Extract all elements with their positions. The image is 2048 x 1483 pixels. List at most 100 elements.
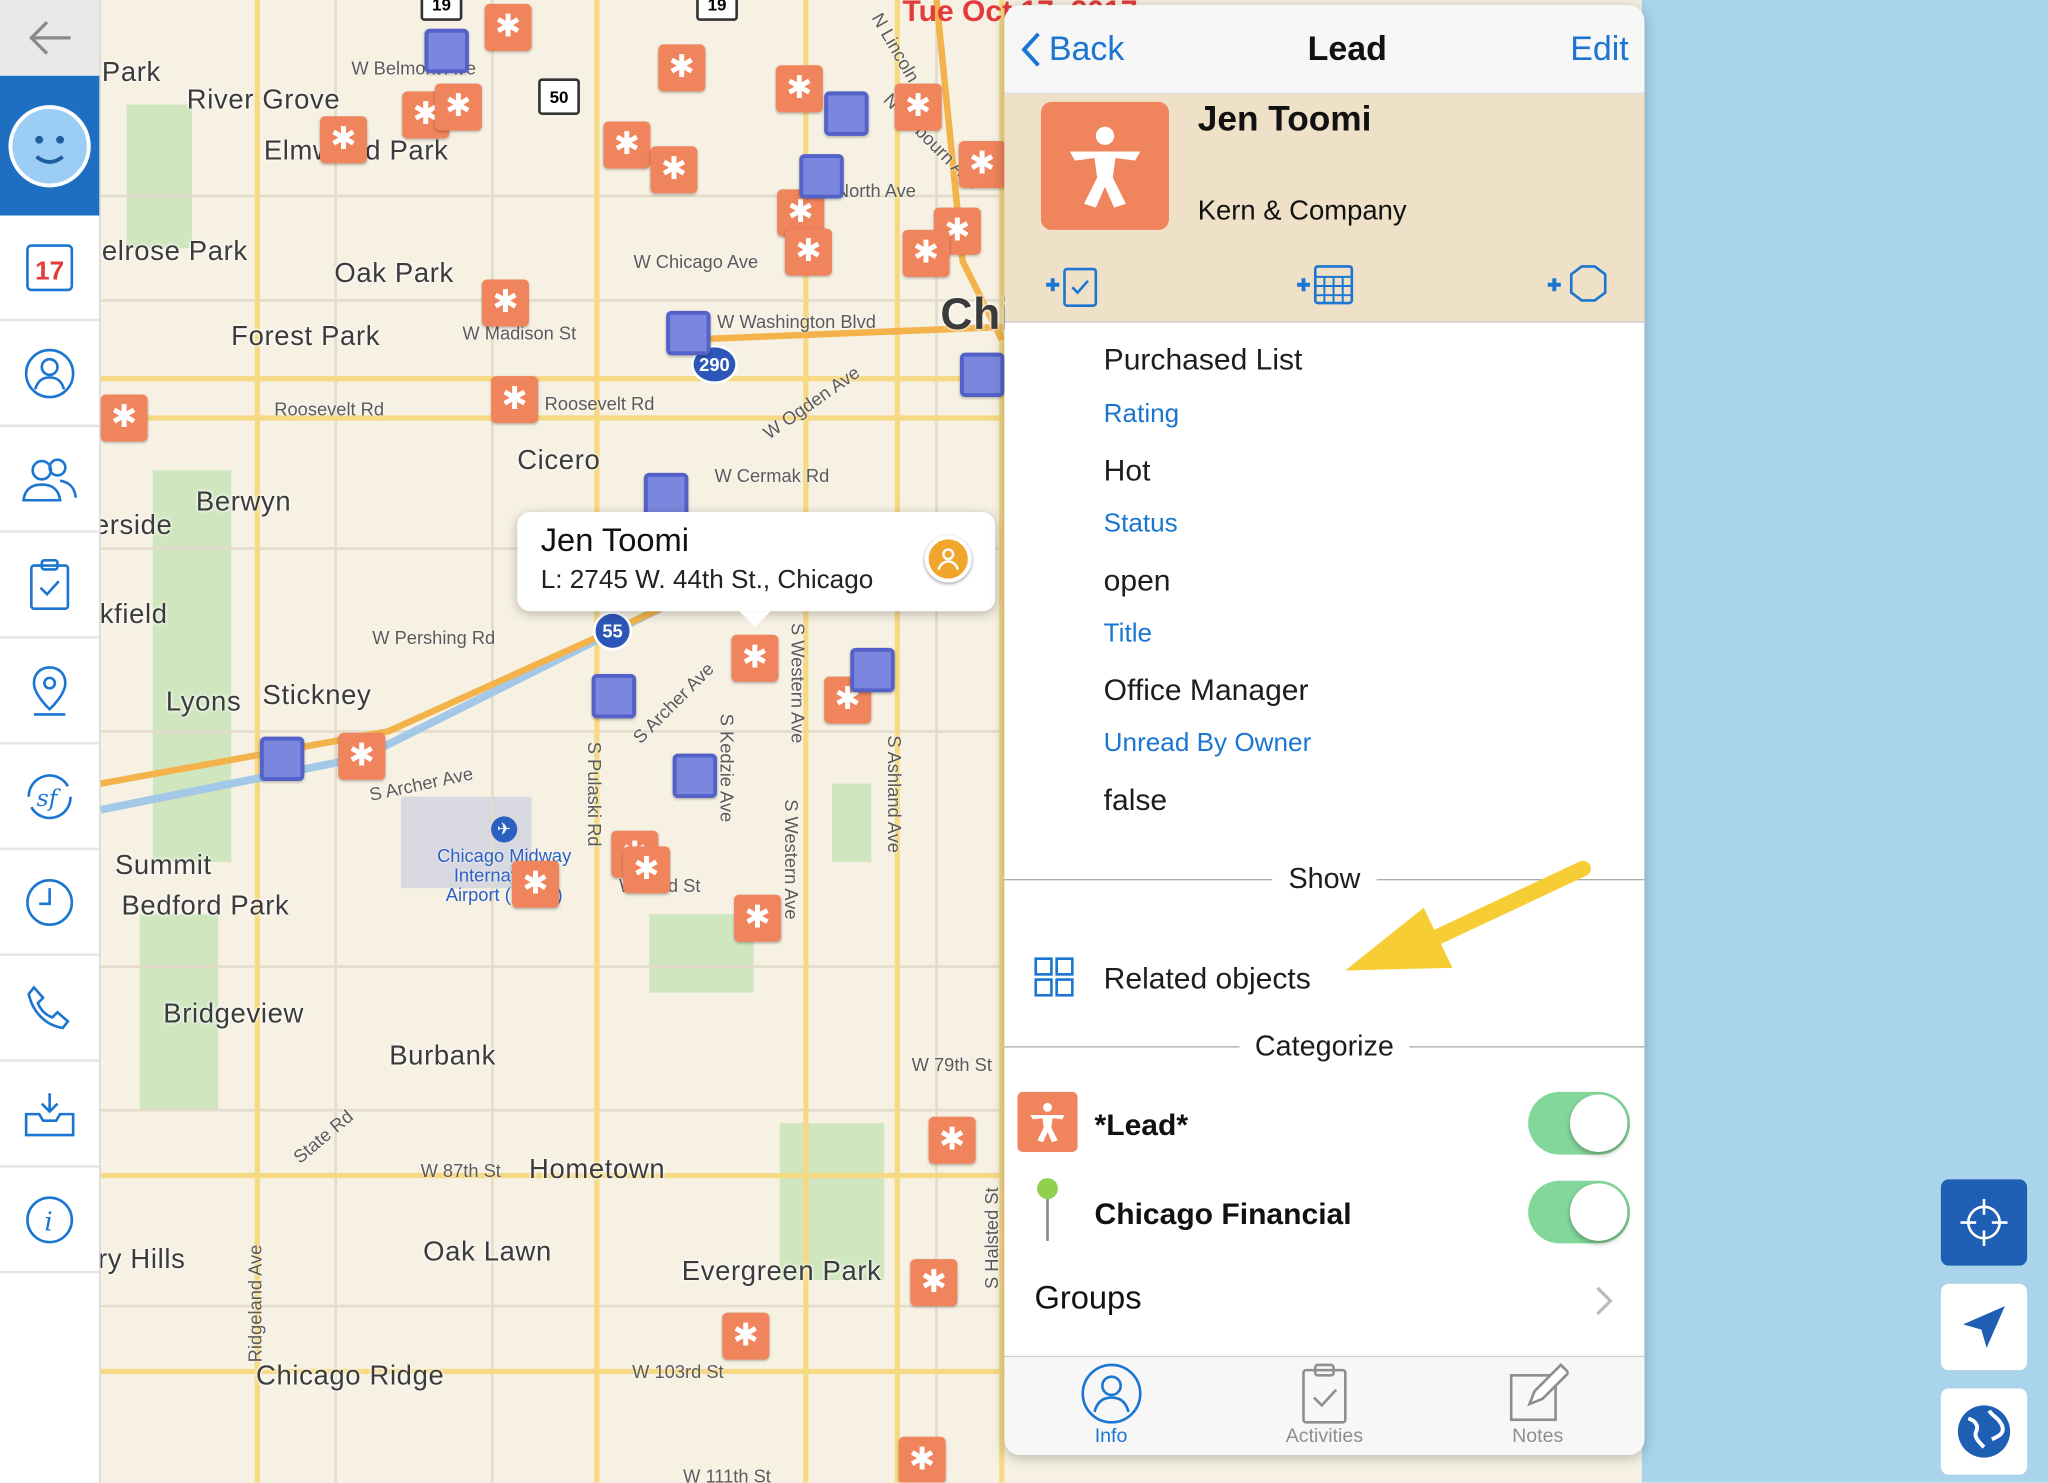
- map-type-button[interactable]: [1940, 1388, 2028, 1475]
- map-button[interactable]: [0, 639, 100, 745]
- account-pin[interactable]: [959, 352, 1005, 398]
- tasks-button[interactable]: [0, 533, 100, 639]
- edit-button[interactable]: Edit: [1570, 29, 1629, 69]
- map-callout[interactable]: Jen Toomi L: 2745 W. 44th St., Chicago: [517, 511, 996, 627]
- lead-pin[interactable]: ✱: [650, 146, 698, 194]
- lead-pin[interactable]: ✱: [775, 65, 823, 113]
- lead-pin[interactable]: ✱: [100, 394, 148, 442]
- lead-pin[interactable]: ✱: [722, 1312, 770, 1360]
- street-label: North Ave: [835, 180, 916, 202]
- lead-icon: [1040, 101, 1169, 230]
- recenter-button[interactable]: [1940, 1179, 2028, 1266]
- street-label: W Washington Blvd: [717, 310, 876, 332]
- map-label: Bridgeview: [163, 999, 304, 1030]
- map-label: Lyons: [165, 687, 242, 718]
- map-label: Berwyn: [195, 487, 292, 518]
- lead-pin[interactable]: ✱: [434, 83, 482, 131]
- category-toggle-chicago-financial[interactable]: [1528, 1180, 1631, 1244]
- account-pin[interactable]: [643, 472, 689, 518]
- location-pin-icon: [32, 665, 67, 716]
- lead-pin[interactable]: ✱: [910, 1259, 958, 1307]
- left-sidebar: 17 sf i: [0, 0, 101, 1483]
- lead-pin[interactable]: ✱: [491, 376, 539, 424]
- map-label: Summit: [114, 850, 212, 881]
- user-avatar[interactable]: [0, 75, 100, 216]
- lead-pin[interactable]: ✱: [511, 860, 560, 908]
- add-other-button[interactable]: [1545, 261, 1608, 315]
- lead-pin[interactable]: ✱: [603, 121, 651, 169]
- salesforce-sync-button[interactable]: sf: [0, 744, 100, 851]
- phone-button[interactable]: [0, 956, 100, 1062]
- lead-pin[interactable]: ✱: [484, 3, 532, 51]
- account-pin[interactable]: [799, 154, 844, 199]
- info-tab-icon: [1081, 1363, 1142, 1424]
- lead-pin[interactable]: ✱: [731, 634, 779, 682]
- add-task-button[interactable]: [1044, 261, 1101, 315]
- lead-pin[interactable]: ✱: [958, 141, 1006, 189]
- add-event-button[interactable]: [1294, 261, 1354, 315]
- account-pin[interactable]: [666, 310, 711, 356]
- street-label: W 87th St: [420, 1159, 501, 1181]
- chevron-left-icon: [1021, 31, 1040, 66]
- lead-pin[interactable]: ✱: [784, 228, 832, 276]
- lead-pin[interactable]: ✱: [623, 846, 671, 894]
- add-shape-icon: [1547, 265, 1607, 302]
- tab-activities[interactable]: Activities: [1218, 1357, 1431, 1455]
- calendar-button[interactable]: 17: [0, 216, 100, 322]
- tab-bar: Info Activities Notes: [1004, 1355, 1645, 1456]
- inbox-button[interactable]: [0, 1062, 100, 1168]
- map-label: Hometown: [528, 1154, 666, 1185]
- highway-shield: 55: [592, 611, 633, 651]
- lead-pin[interactable]: ✱: [928, 1116, 976, 1164]
- lead-company: Kern & Company: [1197, 195, 1407, 226]
- inbox-icon: [24, 1092, 75, 1136]
- highway-shield: 50: [538, 78, 580, 115]
- account-pin[interactable]: [424, 28, 469, 74]
- account-pin[interactable]: [591, 673, 637, 719]
- highway-shield: 19: [696, 0, 738, 21]
- navigation-arrow-icon: [1963, 1306, 2005, 1348]
- contacts-button[interactable]: [0, 427, 100, 533]
- globe-icon: [1957, 1405, 2011, 1458]
- lead-pin[interactable]: ✱: [898, 1436, 946, 1483]
- groups-label: Groups: [1034, 1279, 1142, 1317]
- lead-pin[interactable]: ✱: [894, 83, 942, 131]
- field-value-title: Office Manager: [1103, 672, 1309, 707]
- contact-button[interactable]: [0, 321, 100, 428]
- clock-icon: [26, 878, 74, 926]
- info-icon: i: [26, 1195, 74, 1243]
- field-label-status: Status: [1103, 509, 1178, 539]
- back-button[interactable]: Back: [1020, 29, 1124, 69]
- street-label: W 79th St: [911, 1054, 992, 1075]
- svg-text:sf: sf: [37, 783, 62, 811]
- tab-info[interactable]: Info: [1004, 1357, 1217, 1455]
- back-arrow-icon[interactable]: [0, 0, 100, 76]
- add-task-icon: [1046, 267, 1098, 307]
- map-label: Burbank: [389, 1040, 496, 1072]
- account-pin[interactable]: [672, 753, 718, 799]
- field-label-title: Title: [1103, 619, 1153, 648]
- account-pin[interactable]: [850, 647, 895, 693]
- person-icon[interactable]: [924, 535, 972, 583]
- lead-pin[interactable]: ✱: [734, 894, 782, 942]
- account-pin[interactable]: [259, 736, 305, 782]
- account-pin[interactable]: [824, 91, 869, 136]
- lead-pin[interactable]: ✱: [319, 116, 368, 164]
- lead-pin[interactable]: ✱: [902, 229, 950, 277]
- location-button[interactable]: [1940, 1283, 2028, 1371]
- lead-pin[interactable]: ✱: [338, 732, 386, 780]
- lead-pin[interactable]: ✱: [658, 44, 706, 92]
- callout-address: L: 2745 W. 44th St., Chicago: [540, 565, 874, 595]
- info-button[interactable]: i: [0, 1168, 100, 1274]
- contacts-icon: [22, 457, 78, 501]
- phone-icon: [27, 984, 70, 1029]
- tab-notes[interactable]: Notes: [1431, 1357, 1644, 1455]
- map-label: Forest Park: [231, 321, 381, 352]
- groups-row[interactable]: Groups: [1004, 1259, 1644, 1337]
- lead-pin[interactable]: ✱: [481, 279, 529, 327]
- street-label: W Pershing Rd: [372, 626, 496, 648]
- history-button[interactable]: [0, 850, 100, 957]
- street-label: S Western Ave: [787, 622, 809, 744]
- category-toggle-lead[interactable]: [1528, 1091, 1631, 1155]
- tab-notes-label: Notes: [1512, 1424, 1564, 1448]
